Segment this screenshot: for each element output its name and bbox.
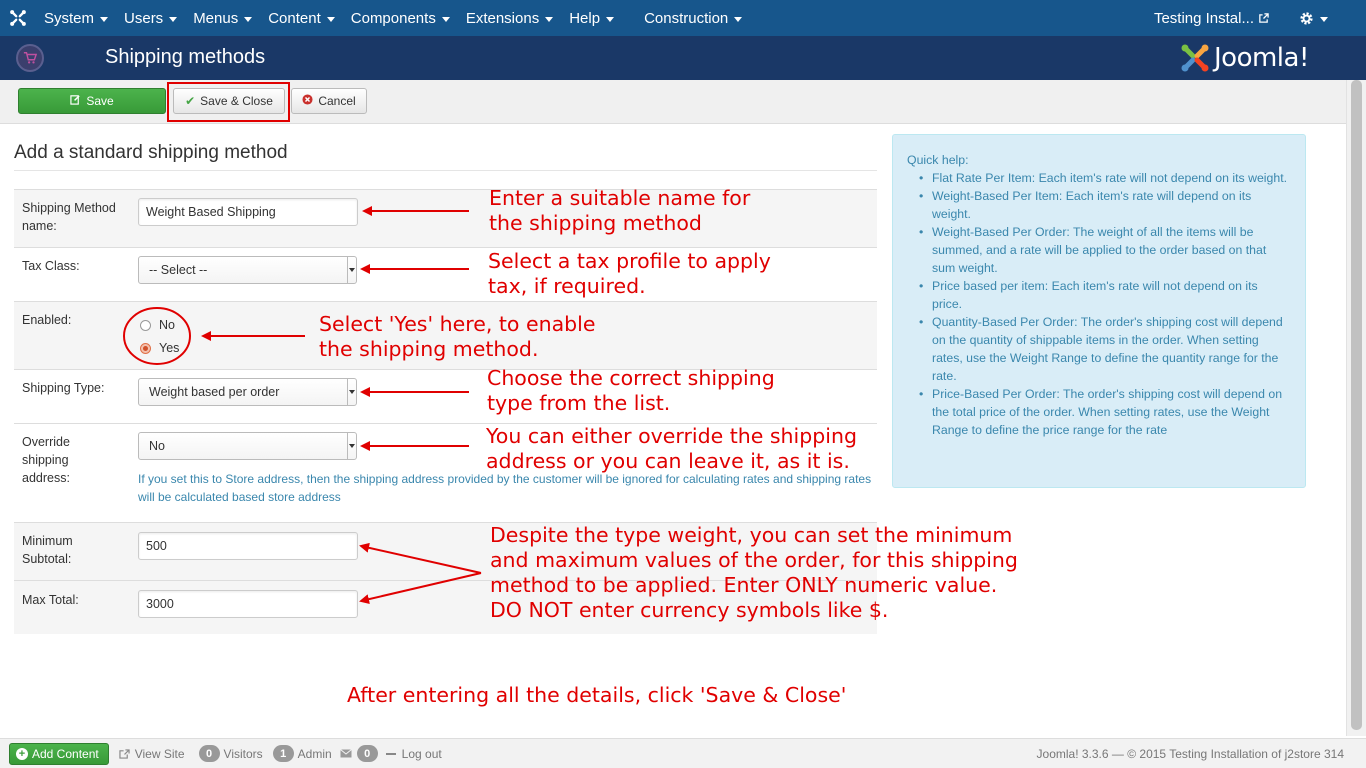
quick-help-item: Price based per item: Each item's rate w… <box>919 277 1291 313</box>
copyright-text: Joomla! 3.3.6 — © 2015 Testing Installat… <box>1036 747 1344 761</box>
annotation-type: Choose the correct shipping type from th… <box>487 366 775 415</box>
minimum-subtotal-label: Minimum Subtotal: <box>22 534 73 566</box>
quick-help-item: Flat Rate Per Item: Each item's rate wil… <box>919 169 1291 187</box>
divider <box>14 170 877 171</box>
form-heading: Add a standard shipping method <box>14 142 288 163</box>
external-link-icon <box>119 748 130 759</box>
caret-down-icon <box>441 16 450 22</box>
quick-help-list: Flat Rate Per Item: Each item's rate wil… <box>919 169 1291 439</box>
shipping-type-label: Shipping Type: <box>22 381 105 395</box>
cancel-icon <box>302 94 313 108</box>
save-button[interactable]: Save <box>18 88 166 114</box>
joomla-logo: Joomla! <box>1180 40 1309 76</box>
edit-icon <box>70 94 81 108</box>
joomla-icon[interactable] <box>0 0 36 36</box>
quick-help-item: Price-Based Per Order: The order's shipp… <box>919 385 1291 439</box>
caret-down-icon <box>1320 16 1328 22</box>
menu-extensions[interactable]: Extensions <box>458 0 561 36</box>
gear-icon <box>1299 11 1314 26</box>
menu-help[interactable]: Help <box>561 0 622 36</box>
annotation-name: Enter a suitable name for the shipping m… <box>489 186 751 235</box>
dropdown-arrow-icon <box>347 379 356 405</box>
menu-content[interactable]: Content <box>260 0 343 36</box>
admin-count-badge: 1 <box>272 745 294 762</box>
page-header: Shipping methods Joomla! <box>0 36 1366 80</box>
logout-link[interactable]: Log out <box>385 747 442 761</box>
annotation-enabled: Select 'Yes' here, to enable the shippin… <box>319 312 596 361</box>
cancel-button[interactable]: Cancel <box>291 88 367 114</box>
override-address-label: Override shipping address: <box>22 435 70 485</box>
radio-no[interactable] <box>140 319 151 331</box>
max-total-label: Max Total: <box>22 593 79 607</box>
dropdown-arrow-icon <box>347 433 356 459</box>
joomla-flower-icon <box>1181 44 1209 72</box>
enabled-no-option[interactable]: No <box>140 318 175 332</box>
annotation-final: After entering all the details, click 'S… <box>347 683 847 707</box>
status-footer: + Add Content View Site 0 Visitors 1 Adm… <box>0 738 1366 768</box>
messages-count-badge: 0 <box>356 745 378 762</box>
visitors-count-badge: 0 <box>198 745 220 762</box>
menu-users[interactable]: Users <box>116 0 185 36</box>
override-help-text: If you set this to Store address, then t… <box>138 472 872 504</box>
caret-down-icon <box>169 16 178 22</box>
menu-components[interactable]: Components <box>343 0 458 36</box>
override-address-select[interactable]: No <box>138 432 357 460</box>
site-link[interactable]: Testing Instal... <box>1146 0 1277 36</box>
caret-down-icon <box>734 16 743 22</box>
menu-system[interactable]: System <box>36 0 116 36</box>
annotation-override: You can either override the shipping add… <box>486 424 857 473</box>
enabled-yes-option[interactable]: Yes <box>140 341 179 355</box>
visitors-status: 0 Visitors <box>198 745 263 762</box>
radio-yes[interactable] <box>140 342 151 354</box>
view-site-link[interactable]: View Site <box>119 747 185 761</box>
tax-class-label: Tax Class: <box>22 259 80 273</box>
external-link-icon <box>1258 12 1269 24</box>
shipping-name-input[interactable] <box>138 198 358 226</box>
quick-help-item: Quantity-Based Per Order: The order's sh… <box>919 313 1291 385</box>
messages-status[interactable]: 0 <box>339 745 382 762</box>
minus-icon <box>385 752 396 755</box>
plus-icon: + <box>16 747 28 760</box>
scrollbar[interactable] <box>1346 80 1366 736</box>
page-title: Shipping methods <box>105 46 266 68</box>
tax-class-select[interactable]: -- Select -- <box>138 256 357 284</box>
add-content-button[interactable]: + Add Content <box>9 742 109 765</box>
menu-construction[interactable]: Construction <box>636 0 750 36</box>
quick-help-title: Quick help: <box>907 153 969 167</box>
save-close-highlight <box>167 82 290 122</box>
shipping-name-label: Shipping Method name: <box>22 201 116 233</box>
quick-help-item: Weight-Based Per Item: Each item's rate … <box>919 187 1291 223</box>
menu-menus[interactable]: Menus <box>185 0 260 36</box>
navbar-right: Testing Instal... <box>1146 0 1336 36</box>
top-navbar: System Users Menus Content Components Ex… <box>0 0 1366 36</box>
annotation-minmax: Despite the type weight, you can set the… <box>490 523 1018 622</box>
caret-down-icon <box>100 16 109 22</box>
cart-icon <box>16 44 44 72</box>
shipping-type-select[interactable]: Weight based per order <box>138 378 357 406</box>
caret-down-icon <box>326 16 335 22</box>
settings-menu[interactable] <box>1291 0 1336 36</box>
caret-down-icon <box>606 16 615 22</box>
annotation-tax: Select a tax profile to apply tax, if re… <box>488 249 771 298</box>
max-total-input[interactable] <box>138 590 358 618</box>
quick-help-item: Weight-Based Per Order: The weight of al… <box>919 223 1291 277</box>
caret-down-icon <box>545 16 554 22</box>
minimum-subtotal-input[interactable] <box>138 532 358 560</box>
scrollbar-thumb[interactable] <box>1351 80 1362 730</box>
quick-help-panel: Quick help: Flat Rate Per Item: Each ite… <box>892 134 1306 488</box>
admin-status: 1 Admin <box>272 745 332 762</box>
dropdown-arrow-icon <box>347 257 356 283</box>
enabled-label: Enabled: <box>22 313 72 327</box>
envelope-icon <box>339 749 352 758</box>
caret-down-icon <box>244 16 253 22</box>
